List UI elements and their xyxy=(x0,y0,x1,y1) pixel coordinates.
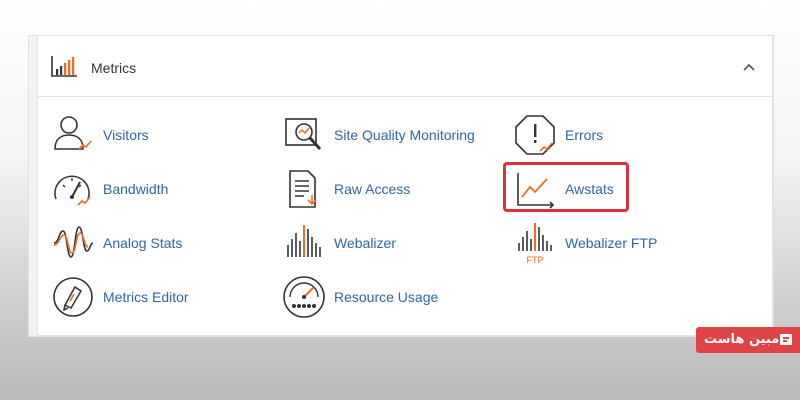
item-label: Resource Usage xyxy=(334,289,439,305)
resource-usage-icon xyxy=(283,276,325,318)
webalizer-icon xyxy=(287,225,321,257)
item-label: Webalizer xyxy=(334,235,396,251)
metrics-panel: Metrics Visitors Site Quality Monitoring xyxy=(29,36,773,336)
metrics-header[interactable]: Metrics xyxy=(38,36,772,97)
bandwidth-icon xyxy=(54,175,91,206)
metrics-panel-body: Metrics Visitors Site Quality Monitoring xyxy=(37,36,773,336)
awstats-icon xyxy=(517,173,555,209)
chevron-up-icon[interactable] xyxy=(742,62,756,72)
item-label: Metrics Editor xyxy=(103,289,189,305)
site-quality-icon xyxy=(285,118,322,151)
webalizer-ftp-icon: FTP xyxy=(518,223,552,265)
item-label: Errors xyxy=(565,127,604,143)
item-label: Site Quality Monitoring xyxy=(334,127,475,143)
item-label: Raw Access xyxy=(334,181,411,197)
item-label: Analog Stats xyxy=(103,235,183,251)
metrics-editor-icon xyxy=(53,277,93,317)
watermark-text: مبین هاست xyxy=(704,332,780,347)
logo-icon xyxy=(780,334,792,345)
visitors-icon xyxy=(54,116,92,150)
item-label: Awstats xyxy=(565,181,614,197)
item-label: Visitors xyxy=(103,127,149,143)
raw-access-icon xyxy=(289,170,317,208)
section-title: Metrics xyxy=(91,60,137,76)
item-label: Webalizer FTP xyxy=(565,235,658,251)
ftp-icon-text: FTP xyxy=(527,255,544,265)
analog-stats-icon xyxy=(53,226,94,258)
watermark-badge: مبین هاست xyxy=(696,327,800,353)
bar-chart-icon xyxy=(51,56,77,77)
item-label: Bandwidth xyxy=(103,181,169,197)
errors-icon xyxy=(515,115,555,155)
